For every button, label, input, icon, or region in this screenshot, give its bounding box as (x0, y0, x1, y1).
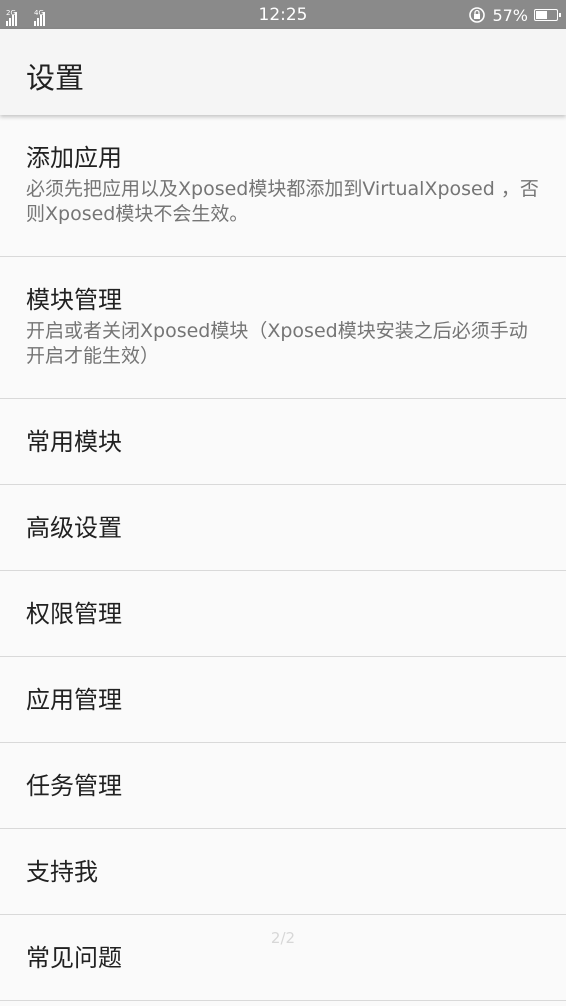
settings-item-summary: 必须先把应用以及Xposed模块都添加到VirtualXposed ，否则Xpo… (26, 178, 539, 225)
rotation-lock-icon (468, 6, 486, 24)
settings-item-add-app[interactable]: 添加应用 必须先把应用以及Xposed模块都添加到VirtualXposed ，… (0, 115, 566, 257)
settings-item-faq[interactable]: 常见问题 (0, 915, 566, 1001)
status-bar: 2G 4G 12:25 57% (0, 0, 566, 29)
settings-item-permission-management[interactable]: 权限管理 (0, 571, 566, 657)
settings-item-title: 添加应用 (26, 144, 122, 172)
settings-item-title: 高级设置 (26, 513, 122, 542)
status-right-group: 57% (468, 4, 561, 26)
settings-item-title: 权限管理 (26, 599, 122, 628)
battery-icon (534, 9, 561, 21)
battery-percentage: 57% (492, 5, 528, 25)
page-indicator: 2/2 (270, 929, 296, 947)
settings-item-app-management[interactable]: 应用管理 (0, 657, 566, 743)
settings-item-title: 应用管理 (26, 685, 122, 714)
settings-item-title: 模块管理 (26, 286, 122, 314)
settings-list: 添加应用 必须先把应用以及Xposed模块都添加到VirtualXposed ，… (0, 115, 566, 1006)
page-title: 设置 (26, 61, 85, 95)
settings-item-support-me[interactable]: 支持我 (0, 829, 566, 915)
settings-item-common-modules[interactable]: 常用模块 (0, 399, 566, 485)
settings-item-module-management[interactable]: 模块管理 开启或者关闭Xposed模块（Xposed模块安装之后必须手动开启才能… (0, 257, 566, 399)
settings-item-summary: 开启或者关闭Xposed模块（Xposed模块安装之后必须手动开启才能生效） (26, 320, 528, 367)
settings-item-title: 任务管理 (26, 771, 122, 800)
settings-item-task-management[interactable]: 任务管理 (0, 743, 566, 829)
settings-item-title: 常用模块 (26, 427, 122, 456)
settings-item-advanced-settings[interactable]: 高级设置 (0, 485, 566, 571)
settings-item-title: 支持我 (26, 857, 98, 886)
app-toolbar: 设置 (0, 29, 566, 115)
